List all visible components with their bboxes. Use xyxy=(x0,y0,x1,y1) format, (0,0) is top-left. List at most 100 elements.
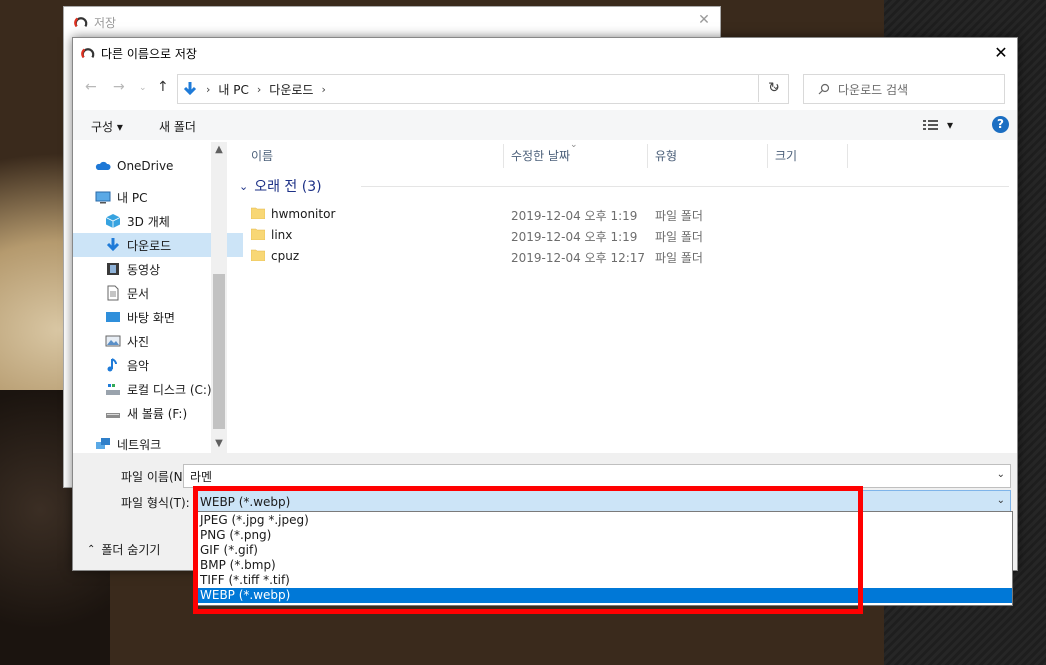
column-date-modified[interactable]: 수정한 날짜 xyxy=(511,142,570,168)
up-arrow-icon[interactable]: ↑ xyxy=(157,79,169,95)
sidebar-item-label: 문서 xyxy=(127,286,150,301)
sidebar-item-label: 바탕 화면 xyxy=(127,310,175,325)
sidebar-item-this-pc[interactable]: 내 PC xyxy=(73,185,233,209)
column-size[interactable]: 크기 xyxy=(775,142,797,168)
breadcrumb-this-pc[interactable]: 내 PC xyxy=(218,81,248,98)
sidebar-item-label: 내 PC xyxy=(117,190,148,205)
group-divider xyxy=(361,186,1009,187)
sidebar-item-label: 로컬 디스크 (C:) xyxy=(127,382,212,397)
folder-icon xyxy=(251,249,265,261)
view-dropdown-button[interactable]: ▾ xyxy=(947,118,953,132)
back-window-close-button[interactable]: ✕ xyxy=(694,12,714,28)
view-options-icon[interactable] xyxy=(923,119,939,131)
network-icon xyxy=(96,438,110,449)
sidebar-item-onedrive[interactable]: OneDrive xyxy=(73,154,233,178)
file-list: 이름 ⌄ 수정한 날짜 유형 크기 ⌄ 오래 전 (3) hwmonitor 2… xyxy=(233,140,1009,453)
navigation-pane: OneDrive 내 PC 3D 개체 다운로드 동영상 문서 바탕 화면 사진… xyxy=(73,142,243,453)
filename-value: 라멘 xyxy=(190,469,213,484)
command-bar: 구성 ▾ 새 폴더 ▾ ? xyxy=(73,110,1017,140)
app-logo-icon xyxy=(74,17,88,28)
sidebar-item-label: 3D 개체 xyxy=(127,214,170,229)
drive-icon xyxy=(106,384,120,395)
folder-icon xyxy=(251,228,265,240)
file-name: hwmonitor xyxy=(271,207,336,221)
computer-icon xyxy=(95,191,111,204)
breadcrumb-separator: › xyxy=(321,82,326,96)
sidebar-item-label: 음악 xyxy=(127,358,150,373)
filename-label: 파일 이름(N): xyxy=(121,470,192,484)
file-name: cpuz xyxy=(271,249,300,263)
file-date: 2019-12-04 오후 12:17 xyxy=(511,251,646,265)
back-window-title: 저장 xyxy=(94,15,117,30)
search-box[interactable]: 다운로드 검색 xyxy=(803,74,1005,104)
breadcrumb-downloads[interactable]: 다운로드 xyxy=(269,81,313,98)
cloud-icon xyxy=(95,161,111,170)
picture-icon xyxy=(105,335,121,347)
help-icon[interactable]: ? xyxy=(992,116,1009,133)
column-divider[interactable] xyxy=(503,144,504,168)
back-arrow-icon[interactable]: ← xyxy=(85,79,97,95)
refresh-button[interactable]: ↻ xyxy=(758,74,789,102)
address-bar[interactable]: › 내 PC › 다운로드 › ⌄ xyxy=(177,74,789,104)
download-arrow-icon xyxy=(183,82,197,96)
back-window-titlebar: 저장 ✕ xyxy=(64,7,720,37)
group-header[interactable]: ⌄ 오래 전 (3) xyxy=(239,176,322,196)
chevron-down-icon: ⌄ xyxy=(239,179,249,193)
search-icon xyxy=(818,83,830,95)
sidebar-item-label: 다운로드 xyxy=(127,238,172,253)
filename-field[interactable]: 라멘 ⌄ xyxy=(183,464,1011,488)
organize-button[interactable]: 구성 ▾ xyxy=(91,118,123,135)
column-divider[interactable] xyxy=(767,144,768,168)
group-label: 오래 전 (3) xyxy=(254,179,322,195)
list-item[interactable]: cpuz 2019-12-04 오후 12:17 파일 폴더 xyxy=(233,246,1009,267)
column-type[interactable]: 유형 xyxy=(655,142,677,168)
app-logo-icon xyxy=(81,48,95,59)
sidebar-scrollbar[interactable]: ▲ ▼ xyxy=(211,142,227,453)
search-placeholder: 다운로드 검색 xyxy=(838,82,909,97)
film-icon xyxy=(107,263,119,275)
sidebar-item-label: 동영상 xyxy=(127,262,161,277)
chevron-up-icon: ⌃ xyxy=(87,544,96,555)
scrollbar-thumb[interactable] xyxy=(213,274,225,429)
recent-dropdown-icon[interactable]: ⌄ xyxy=(139,83,147,93)
hide-folders-label: 폴더 숨기기 xyxy=(101,543,161,557)
file-type: 파일 폴더 xyxy=(655,230,703,244)
hide-folders-button[interactable]: ⌃ 폴더 숨기기 xyxy=(87,541,160,558)
sidebar-item-local-disk-c[interactable]: 로컬 디스크 (C:) xyxy=(73,377,221,401)
scroll-up-icon[interactable]: ▲ xyxy=(211,144,227,155)
column-divider[interactable] xyxy=(647,144,648,168)
navigation-bar: ← → ⌄ ↑ › 내 PC › 다운로드 › ⌄ ↻ 다운로드 검색 xyxy=(73,72,1017,106)
folder-icon xyxy=(251,207,265,219)
column-name[interactable]: 이름 xyxy=(251,142,273,168)
sidebar-item-label: OneDrive xyxy=(117,159,174,173)
dialog-titlebar: 다른 이름으로 저장 ✕ xyxy=(73,38,1017,68)
highlight-box xyxy=(193,486,863,614)
chevron-down-icon[interactable]: ⌄ xyxy=(997,469,1005,480)
breadcrumb-separator: › xyxy=(256,82,262,96)
new-folder-button[interactable]: 새 폴더 xyxy=(159,118,196,135)
file-date: 2019-12-04 오후 1:19 xyxy=(511,230,638,244)
breadcrumb-separator: › xyxy=(206,82,211,96)
file-date: 2019-12-04 오후 1:19 xyxy=(511,209,638,223)
sidebar-item-label: 사진 xyxy=(127,334,150,349)
dialog-title: 다른 이름으로 저장 xyxy=(101,46,197,61)
sidebar-item-label: 네트워크 xyxy=(117,437,162,452)
file-type: 파일 폴더 xyxy=(655,209,703,223)
sort-indicator-icon: ⌄ xyxy=(570,140,578,150)
list-item[interactable]: hwmonitor 2019-12-04 오후 1:19 파일 폴더 xyxy=(233,204,1009,225)
dialog-close-button[interactable]: ✕ xyxy=(989,41,1013,65)
filetype-label: 파일 형식(T): xyxy=(121,496,190,510)
drive-icon xyxy=(106,413,120,418)
column-divider[interactable] xyxy=(847,144,848,168)
sidebar-item-label: 새 볼륨 (F:) xyxy=(127,406,188,421)
scroll-down-icon[interactable]: ▼ xyxy=(211,438,227,449)
music-icon xyxy=(107,358,117,372)
cube-icon xyxy=(105,214,121,228)
file-type: 파일 폴더 xyxy=(655,251,703,265)
desktop-icon xyxy=(106,312,120,322)
forward-arrow-icon[interactable]: → xyxy=(113,79,125,95)
list-item[interactable]: linx 2019-12-04 오후 1:19 파일 폴더 xyxy=(233,225,1009,246)
document-icon xyxy=(107,285,119,301)
chevron-down-icon[interactable]: ⌄ xyxy=(997,495,1005,506)
file-name: linx xyxy=(271,228,293,242)
